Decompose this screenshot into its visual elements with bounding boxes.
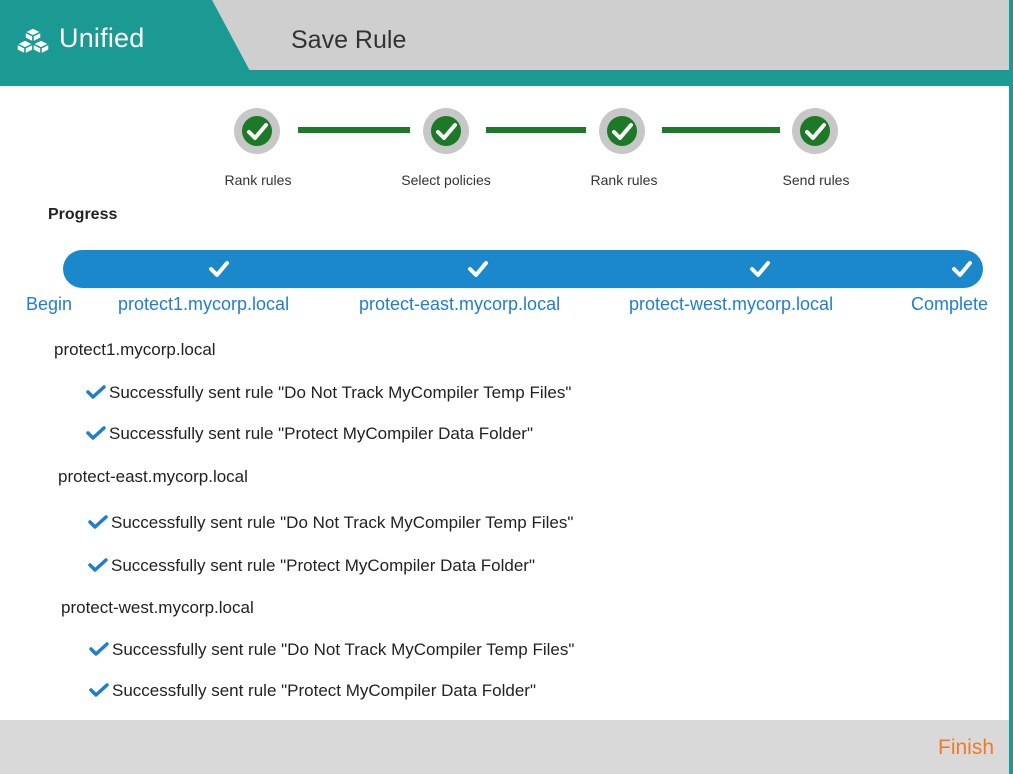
brand-title: Unified	[59, 23, 145, 53]
milestone-label: protect1.mycorp.local	[118, 294, 290, 314]
checkmark-icon	[89, 683, 109, 697]
result-message: Successfully sent rule "Do Not Track MyC…	[109, 383, 572, 402]
progress-bar	[63, 250, 983, 288]
step-3-label: Rank rules	[590, 172, 658, 188]
result-message: Successfully sent rule "Do Not Track MyC…	[112, 640, 575, 659]
check-icon	[805, 123, 826, 140]
page-title: Save Rule	[291, 26, 407, 54]
header-bar: Unified Save Rule	[0, 0, 1013, 86]
check-icon	[612, 123, 633, 140]
step-1-indicator	[234, 108, 280, 154]
step-4-indicator	[792, 108, 838, 154]
milestone-label: Complete	[911, 294, 989, 314]
check-icon	[436, 123, 457, 140]
check-icon	[247, 123, 268, 140]
result-message: Successfully sent rule "Protect MyCompil…	[112, 681, 536, 700]
result-message: Successfully sent rule "Protect MyCompil…	[109, 424, 533, 443]
result-line: Successfully sent rule "Do Not Track MyC…	[89, 640, 574, 660]
wizard-stepper: Rank rules Select policies Rank rules Se…	[0, 86, 1009, 196]
step-connector	[662, 127, 780, 133]
result-line: Successfully sent rule "Protect MyCompil…	[89, 681, 536, 701]
checkmark-icon	[88, 558, 108, 572]
finish-button[interactable]: Finish	[938, 736, 994, 760]
milestone-check-icon	[468, 261, 488, 277]
milestone-label: protect-east.mycorp.local	[359, 294, 561, 314]
checkmark-icon	[86, 385, 106, 399]
milestone-check-icon	[209, 261, 229, 277]
step-2-label: Select policies	[401, 172, 491, 188]
milestone-label: Begin	[26, 294, 73, 314]
step-2-indicator	[423, 108, 469, 154]
step-1-label: Rank rules	[224, 172, 292, 188]
result-line: Successfully sent rule "Protect MyCompil…	[86, 424, 533, 444]
step-connector	[486, 127, 586, 133]
result-message: Successfully sent rule "Protect MyCompil…	[111, 556, 535, 575]
milestone-check-icon	[952, 261, 972, 277]
milestone-label: protect-west.mycorp.local	[629, 294, 834, 314]
checkmark-icon	[88, 515, 108, 529]
host-name: protect-west.mycorp.local	[61, 598, 254, 617]
result-line: Successfully sent rule "Do Not Track MyC…	[86, 383, 571, 403]
progress-heading: Progress	[48, 206, 118, 223]
cubes-icon	[16, 27, 50, 55]
checkmark-icon	[89, 642, 109, 656]
window-right-border	[1009, 0, 1013, 774]
milestone-check-icon	[750, 261, 770, 277]
step-3-indicator	[599, 108, 645, 154]
result-line: Successfully sent rule "Protect MyCompil…	[88, 556, 535, 576]
step-connector	[298, 127, 410, 133]
footer-bar	[0, 720, 1009, 774]
result-line: Successfully sent rule "Do Not Track MyC…	[88, 513, 573, 533]
step-4-label: Send rules	[782, 172, 850, 188]
host-name: protect-east.mycorp.local	[58, 467, 248, 486]
result-message: Successfully sent rule "Do Not Track MyC…	[111, 513, 574, 532]
checkmark-icon	[86, 426, 106, 440]
host-name: protect1.mycorp.local	[54, 340, 216, 359]
